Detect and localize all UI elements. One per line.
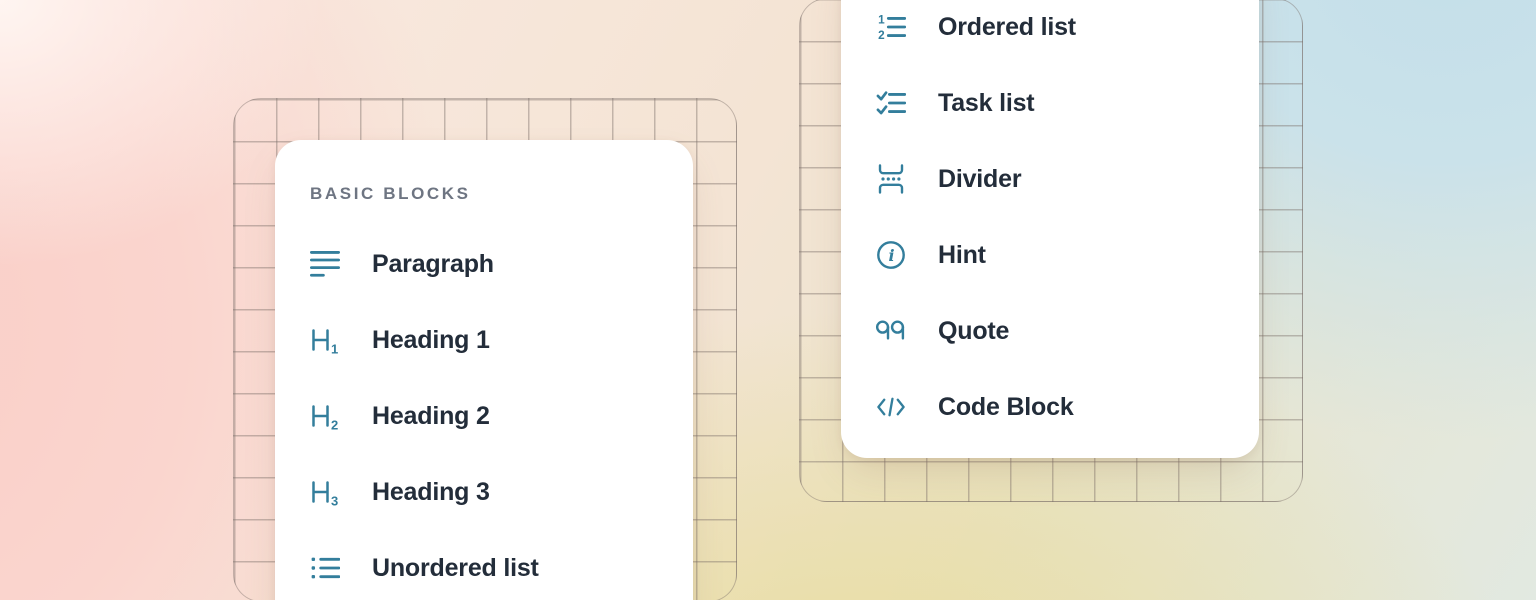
- menu-item-task-list[interactable]: Task list: [841, 65, 1259, 141]
- menu-item-unordered-list[interactable]: Unordered list: [275, 530, 693, 600]
- ordered-list-icon: [874, 10, 908, 44]
- menu-item-label: Quote: [938, 317, 1009, 346]
- blocks-list-continued: Ordered list Task list Divider Hint Quot…: [841, 0, 1259, 445]
- heading-3-icon: [308, 475, 342, 509]
- menu-item-divider[interactable]: Divider: [841, 141, 1259, 217]
- menu-item-label: Heading 3: [372, 478, 490, 507]
- menu-item-label: Paragraph: [372, 250, 494, 279]
- heading-2-icon: [308, 399, 342, 433]
- hint-icon: [874, 238, 908, 272]
- divider-icon: [874, 162, 908, 196]
- menu-item-heading-2[interactable]: Heading 2: [275, 378, 693, 454]
- background-gradient: BASIC BLOCKS Paragraph Heading 1 Heading…: [0, 0, 1536, 600]
- menu-item-ordered-list[interactable]: Ordered list: [841, 0, 1259, 65]
- paragraph-icon: [308, 247, 342, 281]
- menu-item-label: Heading 2: [372, 402, 490, 431]
- menu-item-quote[interactable]: Quote: [841, 293, 1259, 369]
- blocks-menu-continued: Ordered list Task list Divider Hint Quot…: [841, 0, 1259, 458]
- code-block-icon: [874, 390, 908, 424]
- menu-item-label: Heading 1: [372, 326, 490, 355]
- menu-item-heading-1[interactable]: Heading 1: [275, 302, 693, 378]
- menu-item-heading-3[interactable]: Heading 3: [275, 454, 693, 530]
- menu-item-label: Ordered list: [938, 13, 1076, 42]
- basic-blocks-list: Paragraph Heading 1 Heading 2 Heading 3 …: [275, 226, 693, 600]
- menu-item-paragraph[interactable]: Paragraph: [275, 226, 693, 302]
- heading-1-icon: [308, 323, 342, 357]
- menu-item-hint[interactable]: Hint: [841, 217, 1259, 293]
- menu-item-label: Code Block: [938, 393, 1074, 422]
- menu-item-label: Task list: [938, 89, 1034, 118]
- task-list-icon: [874, 86, 908, 120]
- section-label-basic-blocks: BASIC BLOCKS: [310, 180, 693, 208]
- menu-item-code-block[interactable]: Code Block: [841, 369, 1259, 445]
- menu-item-label: Hint: [938, 241, 986, 270]
- quote-icon: [874, 314, 908, 348]
- unordered-list-icon: [308, 551, 342, 585]
- menu-item-label: Divider: [938, 165, 1021, 194]
- basic-blocks-menu: BASIC BLOCKS Paragraph Heading 1 Heading…: [275, 140, 693, 600]
- menu-item-label: Unordered list: [372, 554, 539, 583]
